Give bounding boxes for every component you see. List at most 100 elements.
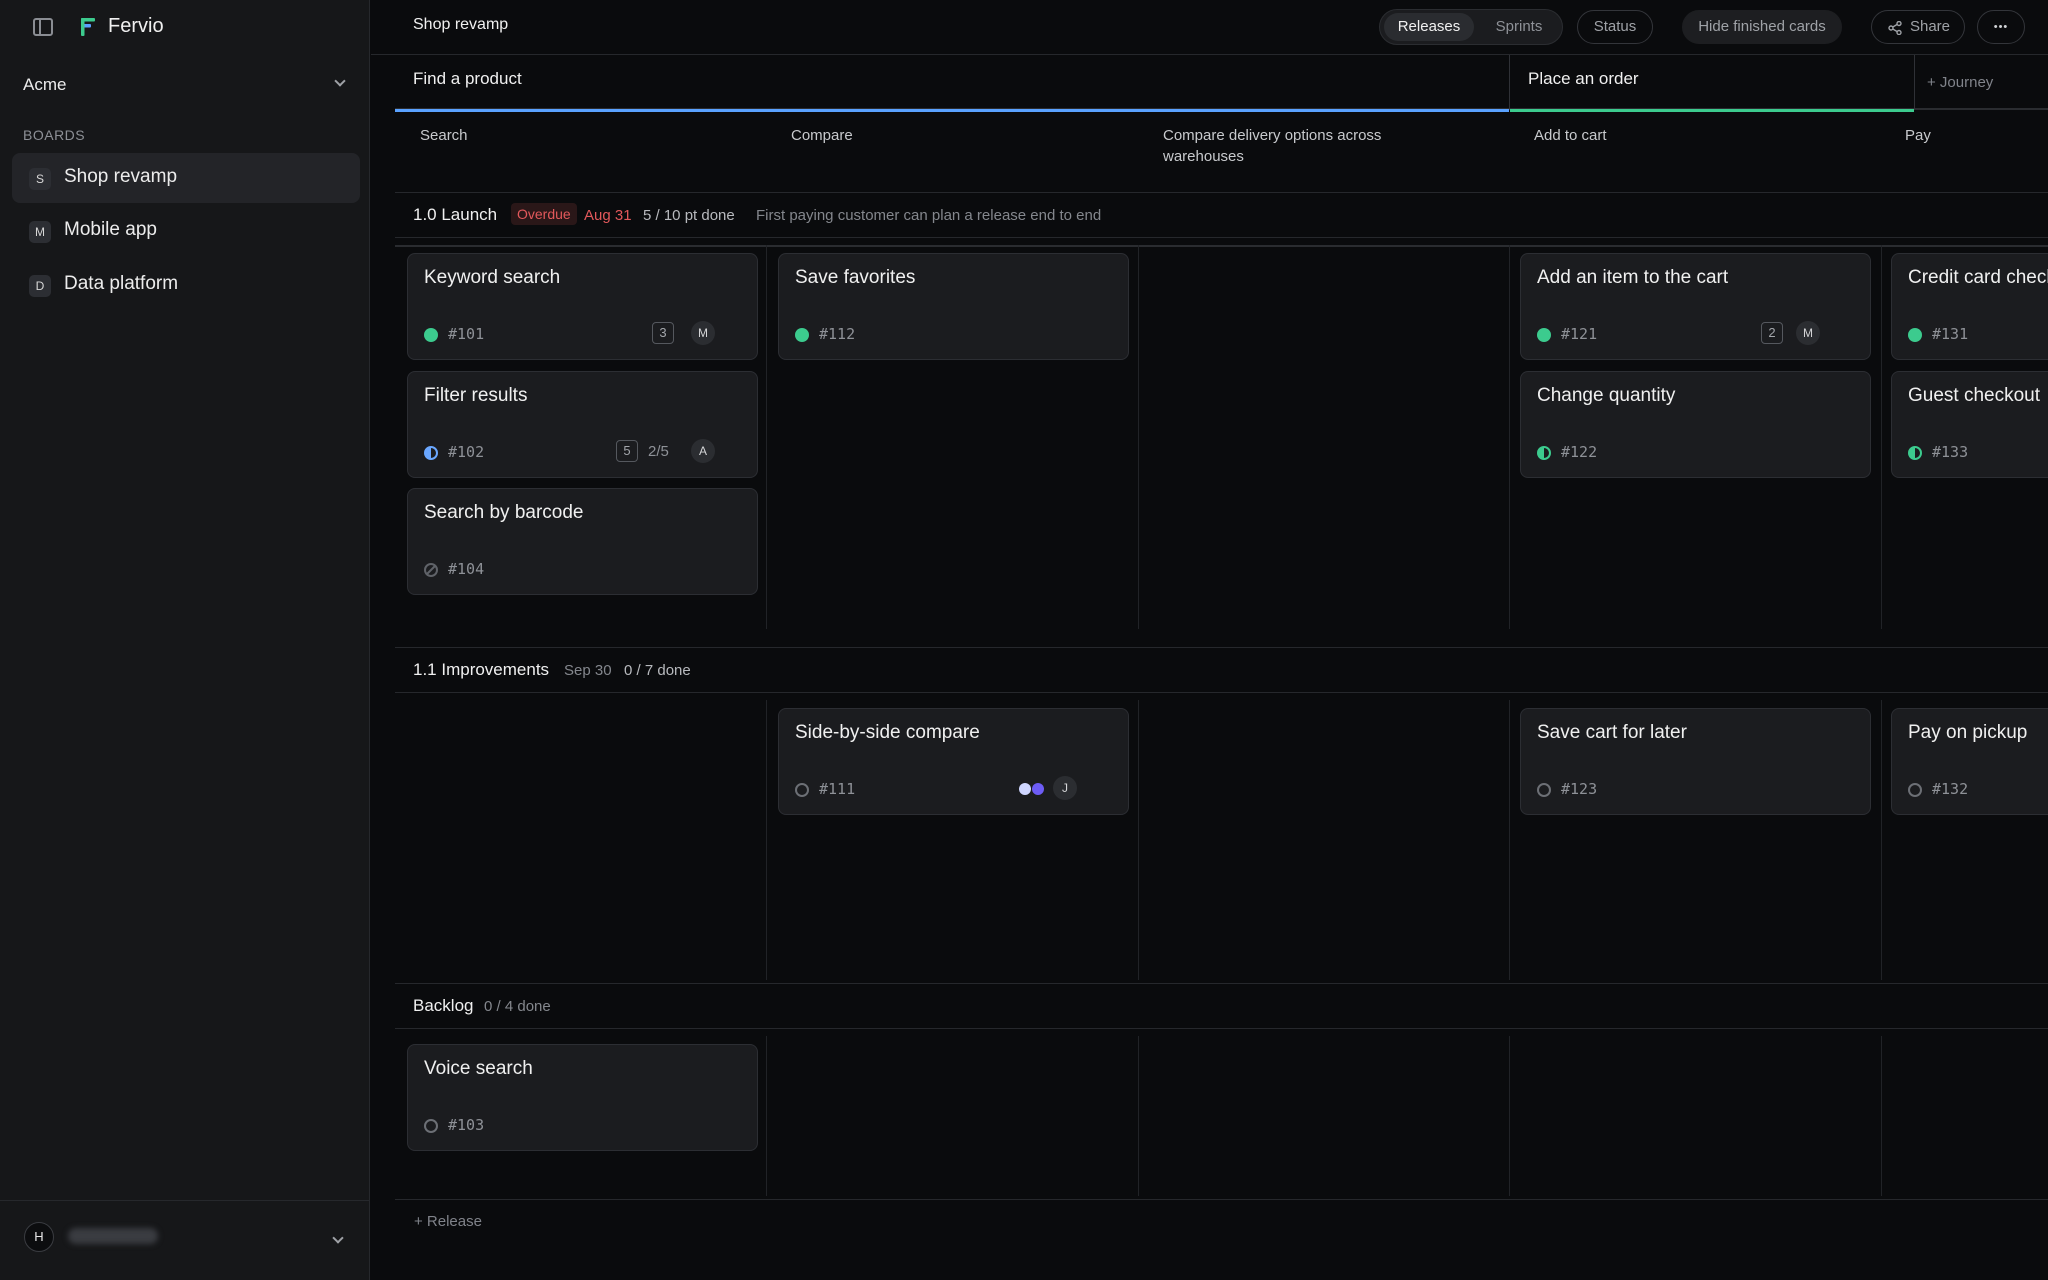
- journey-label: Place an order: [1528, 69, 1639, 88]
- card-title: Keyword search: [424, 267, 561, 288]
- step-compare-delivery[interactable]: Compare delivery options across warehous…: [1163, 125, 1423, 167]
- board-badge: D: [29, 275, 51, 297]
- story-card[interactable]: Search by barcode #104: [407, 488, 758, 595]
- chevron-down-icon: [334, 75, 346, 87]
- add-journey-button[interactable]: + Journey: [1927, 74, 1993, 91]
- topbar: Shop revamp Releases Sprints Status Hide…: [371, 0, 2048, 55]
- board-badge: S: [29, 168, 51, 190]
- column-divider: [1138, 700, 1139, 980]
- status-in-progress-icon: [1908, 446, 1922, 460]
- step-pay[interactable]: Pay: [1905, 125, 1931, 146]
- column-divider: [1509, 1036, 1510, 1196]
- status-filter-button[interactable]: Status: [1577, 10, 1653, 44]
- step-compare[interactable]: Compare: [791, 125, 853, 146]
- status-done-icon: [1537, 328, 1551, 342]
- release-header-1-1[interactable]: 1.1 Improvements Sep 30 0 / 7 done: [395, 647, 2048, 693]
- card-title: Save cart for later: [1537, 722, 1687, 743]
- card-id: #132: [1932, 780, 1969, 798]
- card-id: #112: [819, 325, 856, 343]
- story-card[interactable]: Save cart for later #123: [1520, 708, 1871, 815]
- release-progress: 0 / 4 done: [484, 998, 551, 1015]
- column-divider: [1509, 700, 1510, 980]
- story-points: 5: [616, 440, 638, 462]
- release-header-backlog[interactable]: Backlog 0 / 4 done: [395, 983, 2048, 1029]
- story-card[interactable]: Keyword search #101 3 M: [407, 253, 758, 360]
- card-id: #101: [448, 325, 485, 343]
- story-card[interactable]: Save favorites #112: [778, 253, 1129, 360]
- release-goal: First paying customer can plan a release…: [756, 207, 1102, 224]
- tab-releases[interactable]: Releases: [1384, 13, 1474, 41]
- story-card[interactable]: Pay on pickup #132: [1891, 708, 2048, 815]
- more-options-button[interactable]: •••: [1977, 10, 2025, 44]
- status-open-icon: [424, 1119, 438, 1133]
- story-card[interactable]: Change quantity #122: [1520, 371, 1871, 478]
- workspace-name: Acme: [23, 75, 67, 94]
- sidebar-item-label: Data platform: [64, 273, 179, 294]
- view-switcher: Releases Sprints: [1379, 9, 1563, 45]
- story-points: 2: [1761, 322, 1783, 344]
- card-id: #103: [448, 1116, 485, 1134]
- subtask-progress: 2/5: [648, 443, 669, 460]
- workspace-switcher[interactable]: Acme: [12, 66, 358, 102]
- dependency-dots: [1019, 783, 1047, 795]
- user-menu[interactable]: H: [0, 1200, 370, 1280]
- story-map-board: Find a product Place an order + Journey …: [395, 55, 2048, 1280]
- status-done-icon: [1908, 328, 1922, 342]
- step-search[interactable]: Search: [420, 125, 468, 146]
- story-card[interactable]: Filter results #102 5 2/5 A: [407, 371, 758, 478]
- brand-name: Fervio: [108, 15, 164, 37]
- sidebar-item-mobile-app[interactable]: M Mobile app: [12, 206, 360, 256]
- card-id: #111: [819, 780, 856, 798]
- hide-finished-cards-button[interactable]: Hide finished cards: [1682, 10, 1842, 44]
- sidebar-item-data-platform[interactable]: D Data platform: [12, 260, 360, 310]
- status-in-progress-icon: [424, 446, 438, 460]
- card-title: Credit card checkout: [1908, 267, 2048, 288]
- status-open-icon: [1908, 783, 1922, 797]
- card-id: #104: [448, 560, 485, 578]
- status-open-icon: [795, 783, 809, 797]
- step-add-to-cart[interactable]: Add to cart: [1534, 125, 1607, 146]
- share-button[interactable]: Share: [1871, 10, 1965, 44]
- story-card[interactable]: Add an item to the cart #121 2 M: [1520, 253, 1871, 360]
- card-title: Change quantity: [1537, 385, 1676, 406]
- story-card[interactable]: Side-by-side compare #111 J: [778, 708, 1129, 815]
- release-progress: 5 / 10 pt done: [643, 207, 735, 224]
- release-title: Backlog: [413, 996, 474, 1015]
- tab-sprints[interactable]: Sprints: [1478, 13, 1560, 41]
- card-id: #102: [448, 443, 485, 461]
- column-divider: [1881, 245, 1882, 629]
- card-title: Search by barcode: [424, 502, 584, 523]
- status-done-icon: [795, 328, 809, 342]
- story-card[interactable]: Credit card checkout #131: [1891, 253, 2048, 360]
- column-divider: [766, 1036, 767, 1196]
- boards-section-label: BOARDS: [23, 127, 86, 143]
- dependency-dot: [1032, 783, 1044, 795]
- sidebar-toggle-icon[interactable]: [33, 18, 53, 36]
- add-release-button[interactable]: + Release: [414, 1213, 482, 1230]
- release-lane-1-1: Side-by-side compare #111 J Save cart fo…: [395, 694, 2048, 994]
- story-points: 3: [652, 322, 674, 344]
- story-card[interactable]: Voice search #103: [407, 1044, 758, 1151]
- column-divider: [1509, 245, 1510, 629]
- release-header-1-0[interactable]: 1.0 Launch Overdue Aug 31 5 / 10 pt done…: [395, 192, 2048, 238]
- status-done-icon: [424, 328, 438, 342]
- status-badge: Overdue: [511, 203, 577, 225]
- story-card[interactable]: Guest checkout #133: [1891, 371, 2048, 478]
- fervio-logo-icon: [81, 18, 95, 36]
- dependency-dot: [1019, 783, 1031, 795]
- divider: [395, 1199, 2048, 1200]
- column-divider: [1881, 1036, 1882, 1196]
- card-id: #131: [1932, 325, 1969, 343]
- sidebar-item-label: Shop revamp: [64, 166, 178, 187]
- card-title: Filter results: [424, 385, 528, 406]
- column-divider: [766, 700, 767, 980]
- journey-place-an-order[interactable]: Place an order: [1510, 55, 1914, 112]
- brand-row: Fervio: [0, 0, 370, 54]
- avatar: M: [691, 321, 715, 345]
- column-divider: [1881, 700, 1882, 980]
- share-label: Share: [1909, 18, 1951, 35]
- sidebar: Fervio Acme BOARDS S Shop revamp M Mobil…: [0, 0, 370, 1280]
- journey-find-a-product[interactable]: Find a product: [395, 55, 1509, 112]
- sidebar-item-shop-revamp[interactable]: S Shop revamp: [12, 153, 360, 203]
- status-in-progress-icon: [1537, 446, 1551, 460]
